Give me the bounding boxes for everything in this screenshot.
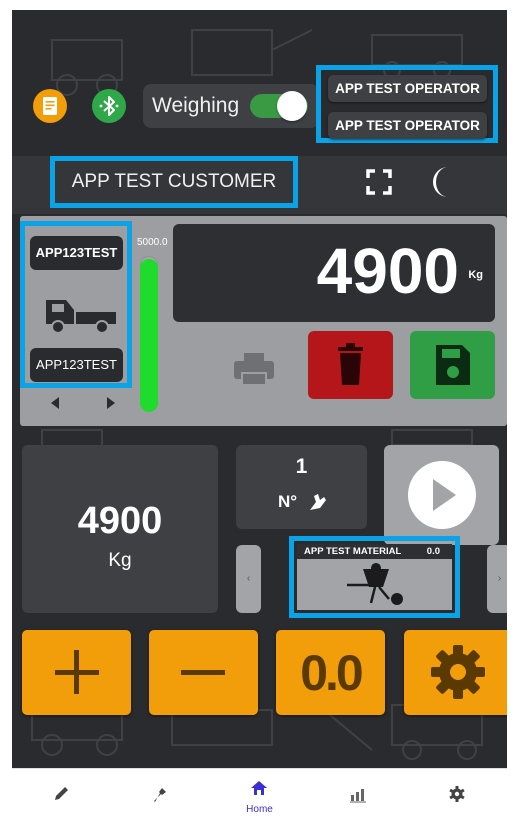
minus-icon bbox=[181, 670, 225, 675]
toggle-knob bbox=[277, 91, 307, 121]
weight-display-value: 4900 bbox=[316, 235, 459, 307]
home-icon bbox=[251, 781, 267, 795]
zero-button[interactable]: 0.0 bbox=[276, 630, 385, 715]
arrow-right-icon[interactable] bbox=[107, 397, 115, 409]
gear-icon bbox=[431, 645, 485, 699]
app-screen: Weighing APP TEST OPERATOR APP TEST OPER… bbox=[12, 10, 507, 768]
material-highlight: APP TEST MATERIAL 0.0 bbox=[289, 536, 460, 618]
save-icon bbox=[436, 345, 470, 385]
total-weight-unit: Kg bbox=[108, 550, 132, 571]
gauge-fill bbox=[140, 259, 158, 412]
plus-icon bbox=[55, 650, 99, 694]
arrow-left-icon[interactable] bbox=[51, 397, 59, 409]
vehicle-nav-arrows bbox=[51, 397, 115, 409]
zero-label: 0.0 bbox=[300, 645, 364, 701]
tool-icon bbox=[154, 788, 166, 802]
vehicle-highlight: APP123TEST APP123TEST bbox=[20, 221, 132, 388]
fullscreen-button[interactable] bbox=[365, 168, 393, 201]
nav-home-label: Home bbox=[246, 804, 273, 815]
weight-gauge bbox=[140, 256, 158, 412]
wheelbarrow-icon bbox=[347, 563, 403, 605]
report-button[interactable] bbox=[33, 89, 67, 123]
weight-display: 4900 Kg bbox=[173, 224, 495, 322]
count-value: 1 bbox=[295, 455, 308, 478]
chevron-right-icon: › bbox=[497, 573, 502, 584]
weighing-label: Weighing bbox=[152, 94, 240, 117]
play-icon bbox=[408, 461, 476, 529]
subtract-button[interactable] bbox=[149, 630, 258, 715]
moon-icon bbox=[433, 167, 448, 197]
material-prev-button[interactable]: ‹ bbox=[236, 545, 261, 613]
settings-icon bbox=[449, 786, 465, 802]
nav-stats[interactable] bbox=[309, 769, 408, 821]
weight-display-unit: Kg bbox=[468, 269, 483, 281]
nav-home[interactable]: Home bbox=[210, 769, 309, 821]
chevron-left-icon: ‹ bbox=[246, 573, 251, 584]
print-button[interactable] bbox=[210, 331, 295, 399]
weigh-panel: APP123TEST APP123TEST 5000.0 4900 Kg bbox=[20, 216, 507, 426]
material-header: APP TEST MATERIAL 0.0 bbox=[297, 544, 452, 559]
material-next-button[interactable]: › bbox=[487, 545, 507, 613]
chart-icon bbox=[350, 789, 366, 803]
count-label: N° bbox=[278, 492, 298, 511]
save-button[interactable] bbox=[410, 331, 495, 399]
plate-button-bottom[interactable]: APP123TEST bbox=[30, 348, 123, 382]
trash-icon bbox=[338, 343, 363, 385]
bluetooth-icon bbox=[92, 89, 126, 123]
weighing-toggle-pill: Weighing bbox=[143, 84, 319, 128]
total-weight-card: 4900 Kg bbox=[22, 445, 218, 613]
night-mode-button[interactable] bbox=[426, 165, 456, 204]
config-button[interactable] bbox=[404, 630, 507, 715]
count-card: 1 N° bbox=[236, 445, 367, 529]
start-button[interactable] bbox=[384, 445, 499, 545]
fullscreen-icon bbox=[366, 169, 392, 195]
operator-button-1[interactable]: APP TEST OPERATOR bbox=[328, 75, 487, 102]
material-button[interactable]: APP TEST MATERIAL 0.0 bbox=[297, 544, 452, 610]
customer-button[interactable]: APP TEST CUSTOMER bbox=[50, 156, 298, 208]
nav-edit[interactable] bbox=[12, 769, 111, 821]
truck-icon bbox=[46, 300, 116, 334]
pencil-icon bbox=[55, 787, 68, 800]
receipt-icon bbox=[33, 89, 67, 123]
bluetooth-button[interactable] bbox=[92, 89, 126, 123]
printer-icon bbox=[234, 353, 274, 386]
operator-button-2[interactable]: APP TEST OPERATOR bbox=[328, 112, 487, 139]
material-quantity: 0.0 bbox=[426, 546, 440, 557]
plate-button-top[interactable]: APP123TEST bbox=[30, 236, 123, 270]
customer-bar: APP TEST CUSTOMER bbox=[12, 156, 507, 214]
hand-icon bbox=[310, 494, 326, 510]
bottom-nav: Home bbox=[12, 768, 507, 821]
operator-highlight: APP TEST OPERATOR APP TEST OPERATOR bbox=[316, 65, 498, 143]
gauge-max-label: 5000.0 bbox=[137, 237, 168, 248]
nav-settings[interactable] bbox=[408, 769, 507, 821]
weighing-toggle[interactable] bbox=[250, 91, 308, 121]
add-button[interactable] bbox=[22, 630, 131, 715]
delete-button[interactable] bbox=[308, 331, 393, 399]
total-weight-value: 4900 bbox=[77, 500, 163, 542]
material-name: APP TEST MATERIAL bbox=[304, 546, 402, 557]
nav-tools[interactable] bbox=[111, 769, 210, 821]
